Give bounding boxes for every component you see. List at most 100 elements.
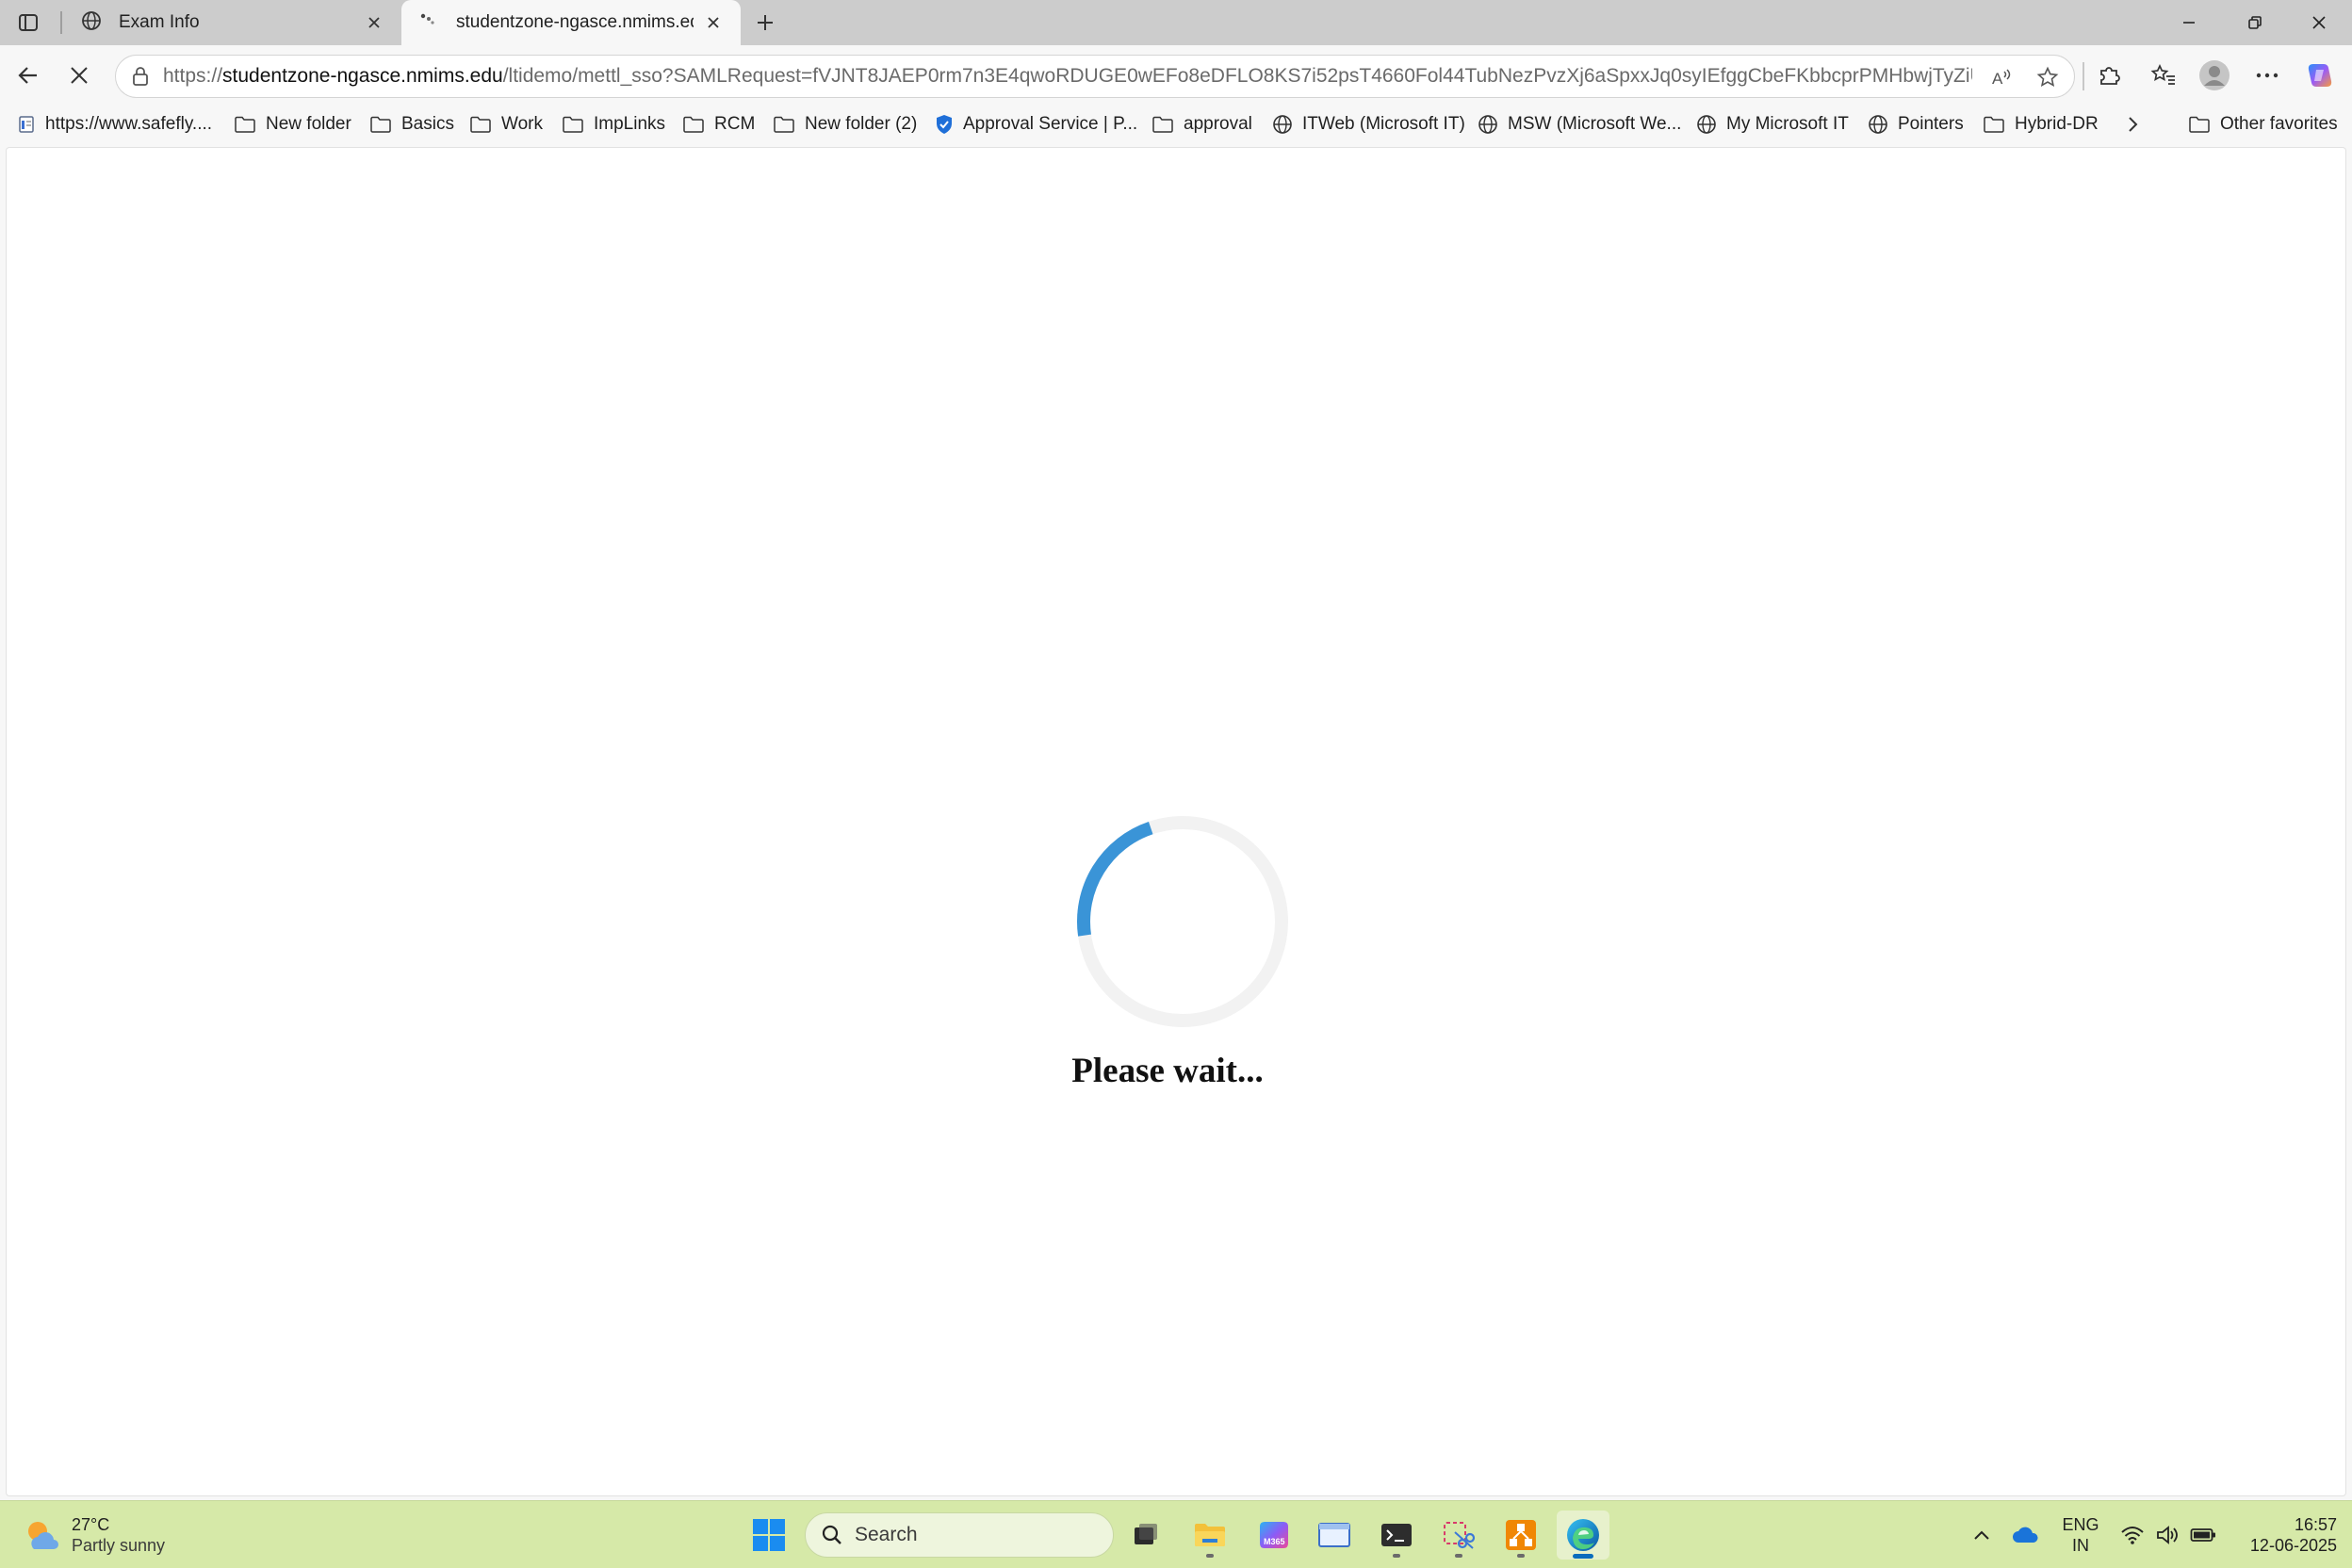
folder-icon [1983, 115, 2005, 134]
back-button[interactable] [8, 55, 49, 96]
favorite-safefly[interactable]: https://www.safefly.... [17, 106, 212, 143]
favorite-approval-service[interactable]: Approval Service | P... [935, 106, 1137, 143]
favorite-implinks[interactable]: ImpLinks [562, 106, 665, 143]
favorite-basics[interactable]: Basics [369, 106, 454, 143]
restore-button[interactable] [2222, 0, 2288, 45]
tab-strip: Exam Info studentzone-ngasce.nmims.edu/l… [0, 0, 2352, 45]
weather-widget[interactable]: 27°C Partly sunny [23, 1511, 230, 1560]
taskbar-app-file-explorer[interactable] [1184, 1511, 1236, 1560]
new-tab-button[interactable] [746, 6, 784, 40]
taskbar-app-terminal[interactable] [1370, 1511, 1423, 1560]
battery-tray-button[interactable] [2186, 1511, 2220, 1560]
microsoft-365-icon: M365 [1260, 1522, 1288, 1548]
snipping-tool-icon [1444, 1522, 1476, 1549]
wifi-icon [2121, 1527, 2144, 1544]
lock-icon[interactable] [122, 55, 159, 98]
address-bar[interactable]: https://studentzone-ngasce.nmims.edu/lti… [115, 55, 2075, 98]
copilot-button[interactable] [2299, 55, 2341, 96]
partly-sunny-icon [28, 1522, 58, 1549]
folder-icon [1152, 115, 1174, 134]
language-code: ENG [2062, 1515, 2099, 1534]
volume-tray-button[interactable] [2150, 1511, 2184, 1560]
taskbar-app-m365[interactable]: M365 [1248, 1511, 1300, 1560]
url-host: studentzone-ngasce.nmims.edu [222, 65, 503, 87]
favorite-label: Other favorites [2220, 114, 2338, 134]
minimize-button[interactable] [2156, 0, 2222, 45]
profile-button[interactable] [2194, 55, 2235, 96]
wifi-tray-button[interactable] [2116, 1511, 2148, 1560]
favorite-pointers[interactable]: Pointers [1868, 106, 1964, 143]
add-favorite-star-icon[interactable] [2027, 56, 2068, 99]
taskbar-search[interactable]: Search [805, 1512, 1114, 1558]
close-tab-icon[interactable] [360, 8, 388, 37]
favorite-rcm[interactable]: RCM [682, 106, 755, 143]
windows-logo-icon [753, 1519, 785, 1551]
favorites-overflow-button[interactable] [2126, 106, 2139, 143]
close-tab-icon[interactable] [699, 8, 727, 37]
browser-window: Exam Info studentzone-ngasce.nmims.edu/l… [0, 0, 2352, 1500]
running-indicator [1517, 1554, 1525, 1558]
extensions-button[interactable] [2088, 55, 2130, 96]
settings-more-button[interactable] [2246, 55, 2288, 96]
tab-actions-button[interactable] [9, 8, 47, 38]
tab-title: studentzone-ngasce.nmims.edu/ltidemo/met… [456, 12, 694, 32]
favorite-label: ITWeb (Microsoft IT) [1302, 114, 1465, 134]
favorite-label: MSW (Microsoft We... [1508, 114, 1682, 134]
favorite-label: RCM [714, 114, 756, 134]
stop-loading-button[interactable] [58, 55, 100, 96]
favorite-msw[interactable]: MSW (Microsoft We... [1478, 106, 1681, 143]
favorite-label: ImpLinks [594, 114, 666, 134]
taskbar-app-diagram-tool[interactable] [1494, 1511, 1547, 1560]
favorite-label: https://www.safefly.... [45, 114, 213, 134]
system-clock[interactable]: 16:57 12-06-2025 [2224, 1511, 2337, 1560]
favorite-label: Basics [401, 114, 454, 134]
other-favorites[interactable]: Other favorites [2188, 106, 2338, 143]
favorite-label: approval [1184, 114, 1252, 134]
favorite-label: Approval Service | P... [963, 114, 1138, 134]
clock-time: 16:57 [2294, 1515, 2337, 1534]
favorite-label: Hybrid-DR [2015, 114, 2099, 134]
taskbar-app-snipping-tool[interactable] [1432, 1511, 1485, 1560]
globe-icon [1868, 114, 1888, 135]
taskbar-app-edge[interactable] [1557, 1511, 1609, 1560]
close-window-button[interactable] [2286, 0, 2352, 45]
favorite-approval[interactable]: approval [1152, 106, 1252, 143]
chevron-right-icon [2126, 115, 2139, 134]
taskbar-app-task-view[interactable] [1119, 1511, 1172, 1560]
folder-icon [469, 115, 492, 134]
favorite-label: New folder [266, 114, 351, 134]
close-icon [2312, 16, 2326, 29]
taskbar-app-window[interactable] [1308, 1511, 1361, 1560]
taskbar: 27°C Partly sunny Search M365 ENG IN 16:… [0, 1500, 2352, 1568]
battery-icon [2190, 1528, 2215, 1542]
back-arrow-icon [18, 67, 37, 84]
input-language-button[interactable]: ENG IN [2054, 1511, 2107, 1560]
show-hidden-icons-button[interactable] [1966, 1511, 1998, 1560]
favorite-work[interactable]: Work [469, 106, 543, 143]
tab-exam-info[interactable]: Exam Info [62, 0, 401, 45]
favorites-button[interactable] [2143, 55, 2184, 96]
folder-icon [2188, 115, 2211, 134]
tab-studentzone[interactable]: studentzone-ngasce.nmims.edu/ltidemo/met… [401, 0, 741, 45]
toolbar-separator [2082, 62, 2084, 90]
diagram-app-icon [1506, 1520, 1536, 1550]
start-button[interactable] [746, 1512, 792, 1558]
puzzle-icon [2100, 67, 2120, 85]
onedrive-cloud-icon [2013, 1527, 2038, 1543]
language-region: IN [2072, 1536, 2089, 1555]
read-aloud-icon[interactable]: A [1982, 56, 2023, 99]
onedrive-tray-icon-button[interactable] [2007, 1511, 2045, 1560]
globe-icon [1696, 114, 1717, 135]
favorite-new-folder[interactable]: New folder [234, 106, 351, 143]
weather-temperature: 27°C [72, 1515, 110, 1534]
running-indicator [1206, 1554, 1214, 1558]
favorite-itweb[interactable]: ITWeb (Microsoft IT) [1272, 106, 1465, 143]
favorite-my-microsoft-it[interactable]: My Microsoft IT [1696, 106, 1849, 143]
favorite-new-folder-2[interactable]: New folder (2) [773, 106, 917, 143]
page-content: Please wait... [6, 147, 2346, 1496]
favorite-hybrid-dr[interactable]: Hybrid-DR [1983, 106, 2099, 143]
more-dots-icon [2256, 73, 2278, 78]
weather-condition: Partly sunny [72, 1536, 166, 1555]
favorite-label: Work [501, 114, 543, 134]
tab-title: Exam Info [119, 12, 200, 32]
